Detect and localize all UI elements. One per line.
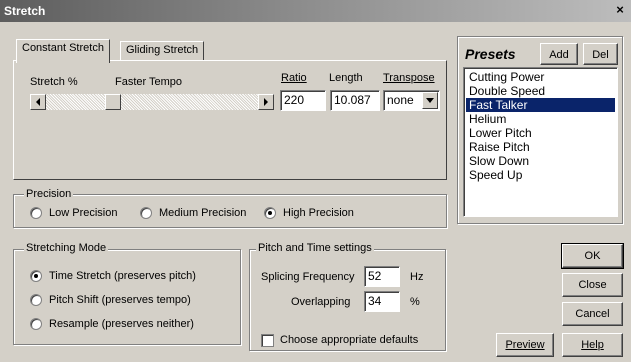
list-item[interactable]: Cutting Power <box>466 70 615 84</box>
transpose-label: Transpose <box>383 72 435 84</box>
preview-button[interactable]: Preview <box>496 333 554 357</box>
list-item[interactable]: Helium <box>466 112 615 126</box>
slider-left-button[interactable] <box>30 94 46 110</box>
overlapping-input[interactable]: 34 <box>364 291 400 312</box>
dropdown-button[interactable] <box>422 92 438 109</box>
precision-legend: Precision <box>24 188 74 200</box>
chevron-down-icon <box>426 98 434 103</box>
length-label: Length <box>329 72 363 84</box>
list-item[interactable]: Slow Down <box>466 154 615 168</box>
radio-label: Pitch Shift (preserves tempo) <box>49 294 191 306</box>
triangle-right-icon <box>264 98 268 106</box>
list-item[interactable]: Lower Pitch <box>466 126 615 140</box>
checkbox-icon <box>261 334 274 347</box>
delete-preset-button[interactable]: Del <box>583 43 618 65</box>
list-item[interactable]: Speed Up <box>466 168 615 182</box>
precision-legend-text: Precision <box>26 188 72 200</box>
list-item-selected[interactable]: Fast Talker <box>466 98 615 112</box>
tab-label: Constant Stretch <box>22 42 104 54</box>
radio-dot <box>34 274 38 278</box>
help-label: Help <box>581 339 604 351</box>
list-item[interactable]: Double Speed <box>466 84 615 98</box>
list-item[interactable]: Raise Pitch <box>466 140 615 154</box>
length-input[interactable]: 10.087 <box>330 90 380 111</box>
radio-icon <box>30 294 42 306</box>
splicing-frequency-label: Splicing Frequency <box>261 271 355 283</box>
stretching-mode-legend: Stretching Mode <box>24 242 109 254</box>
window-title: Stretch <box>4 4 46 18</box>
slider-right-button[interactable] <box>258 94 274 110</box>
radio-label: High Precision <box>283 207 354 219</box>
radio-label: Medium Precision <box>159 207 247 219</box>
radio-label: Low Precision <box>49 207 118 219</box>
stretching-mode-legend-text: Stretching Mode <box>26 242 107 254</box>
tab-label: Gliding Stretch <box>126 44 199 56</box>
overlapping-unit: % <box>410 296 420 308</box>
close-button[interactable]: Close <box>562 273 623 297</box>
help-button[interactable]: Help <box>562 333 623 357</box>
title-bar: Stretch × <box>0 0 631 22</box>
radio-icon <box>30 318 42 330</box>
stretch-slider[interactable] <box>30 94 274 110</box>
splicing-unit: Hz <box>410 271 424 283</box>
radio-icon <box>30 270 42 282</box>
transpose-value: none <box>387 93 414 107</box>
radio-icon <box>30 207 42 219</box>
cancel-button[interactable]: Cancel <box>562 302 623 326</box>
faster-tempo-label: Faster Tempo <box>115 76 183 88</box>
add-preset-button[interactable]: Add <box>540 43 578 65</box>
radio-dot <box>268 211 272 215</box>
preview-label: Preview <box>505 339 545 351</box>
radio-icon <box>140 207 152 219</box>
radio-label: Resample (preserves neither) <box>49 318 194 330</box>
tab-constant-stretch[interactable]: Constant Stretch <box>16 39 110 63</box>
tab-panel-constant-stretch <box>13 60 447 180</box>
pitch-time-legend-text: Pitch and Time settings <box>258 242 372 254</box>
slider-thumb[interactable] <box>105 94 121 110</box>
ratio-label: Ratio <box>281 72 307 84</box>
checkbox-label: Choose appropriate defaults <box>280 334 419 346</box>
splicing-frequency-input[interactable]: 52 <box>364 266 400 287</box>
overlapping-label: Overlapping <box>291 296 351 308</box>
close-icon[interactable]: × <box>612 3 628 18</box>
tab-gliding-stretch[interactable]: Gliding Stretch <box>120 41 205 60</box>
ok-button[interactable]: OK <box>561 243 624 269</box>
pitch-time-legend: Pitch and Time settings <box>256 242 374 254</box>
radio-icon <box>264 207 276 219</box>
stretch-percent-label: Stretch % <box>30 76 78 88</box>
transpose-select[interactable]: none <box>383 90 440 111</box>
triangle-left-icon <box>36 98 40 106</box>
presets-list[interactable]: Cutting Power Double Speed Fast Talker H… <box>463 67 618 217</box>
radio-label: Time Stretch (preserves pitch) <box>49 270 196 282</box>
ratio-input[interactable]: 220 <box>280 90 326 111</box>
presets-title: Presets <box>465 46 516 62</box>
